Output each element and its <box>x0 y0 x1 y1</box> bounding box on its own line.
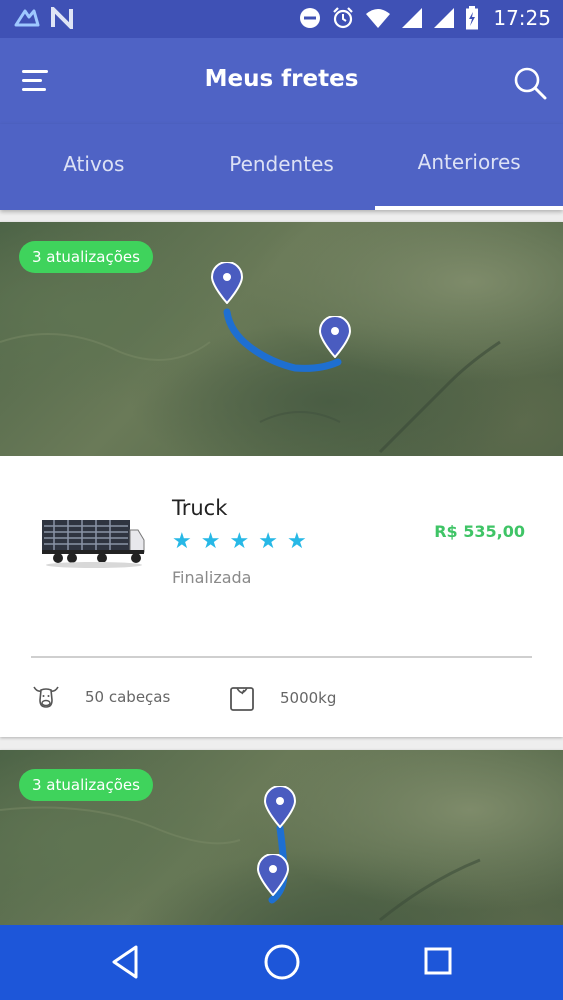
recents-icon[interactable] <box>424 947 452 975</box>
origin-pin-icon[interactable] <box>263 786 297 828</box>
freight-price: R$ 535,00 <box>434 522 525 541</box>
heads-count: 50 cabeças <box>85 688 171 706</box>
destination-pin-icon[interactable] <box>318 316 352 358</box>
alarm-icon <box>333 7 354 29</box>
wifi-icon <box>366 9 391 28</box>
route-map[interactable]: 3 atualizações <box>0 750 563 925</box>
origin-pin-icon[interactable] <box>210 262 244 304</box>
weight-value: 5000kg <box>280 689 337 707</box>
truck-icon <box>42 520 145 568</box>
home-icon[interactable] <box>263 943 301 981</box>
star-icon: ★ <box>200 529 221 554</box>
star-icon: ★ <box>229 529 250 554</box>
scale-icon <box>230 687 254 711</box>
tab-bar: Ativos Pendentes Anteriores <box>0 124 563 210</box>
rating-stars: ★ ★ ★ ★ ★ <box>172 529 307 554</box>
battery-charging-icon <box>466 6 479 30</box>
app-notification-icon <box>14 9 40 27</box>
do-not-disturb-icon <box>300 8 321 28</box>
route-map[interactable]: 3 atualizações <box>0 222 563 456</box>
system-nav-bar <box>0 925 563 1000</box>
star-icon: ★ <box>286 529 307 554</box>
freight-details: Truck ★ ★ ★ ★ ★ Finalizada R$ 535,00 50 … <box>0 456 563 737</box>
updates-badge[interactable]: 3 atualizações <box>19 769 153 801</box>
app-bar: Meus fretes <box>0 38 563 124</box>
n-notification-icon <box>51 7 73 29</box>
tab-anteriores[interactable]: Anteriores <box>375 124 563 210</box>
freight-card[interactable]: 3 atualizações Truck ★ ★ ★ ★ ★ Finalizad… <box>0 222 563 737</box>
back-icon[interactable] <box>110 943 140 981</box>
vehicle-name: Truck <box>172 496 228 520</box>
divider <box>31 656 532 658</box>
freight-status: Finalizada <box>172 568 252 587</box>
weight-stat: 5000kg <box>229 684 336 712</box>
signal-icon <box>402 8 423 28</box>
signal-icon <box>434 8 455 28</box>
updates-badge[interactable]: 3 atualizações <box>19 241 153 273</box>
search-icon[interactable] <box>513 66 547 100</box>
freight-card[interactable]: 3 atualizações <box>0 750 563 925</box>
cow-icon <box>33 686 59 708</box>
star-icon: ★ <box>172 529 192 554</box>
heads-stat: 50 cabeças <box>32 684 170 710</box>
star-icon: ★ <box>258 529 278 554</box>
tab-ativos[interactable]: Ativos <box>0 124 188 210</box>
status-bar: 17:25 <box>0 0 563 38</box>
status-time: 17:25 <box>493 6 551 30</box>
tab-pendentes[interactable]: Pendentes <box>188 124 376 210</box>
page-title: Meus fretes <box>204 66 359 92</box>
destination-pin-icon[interactable] <box>256 854 290 896</box>
